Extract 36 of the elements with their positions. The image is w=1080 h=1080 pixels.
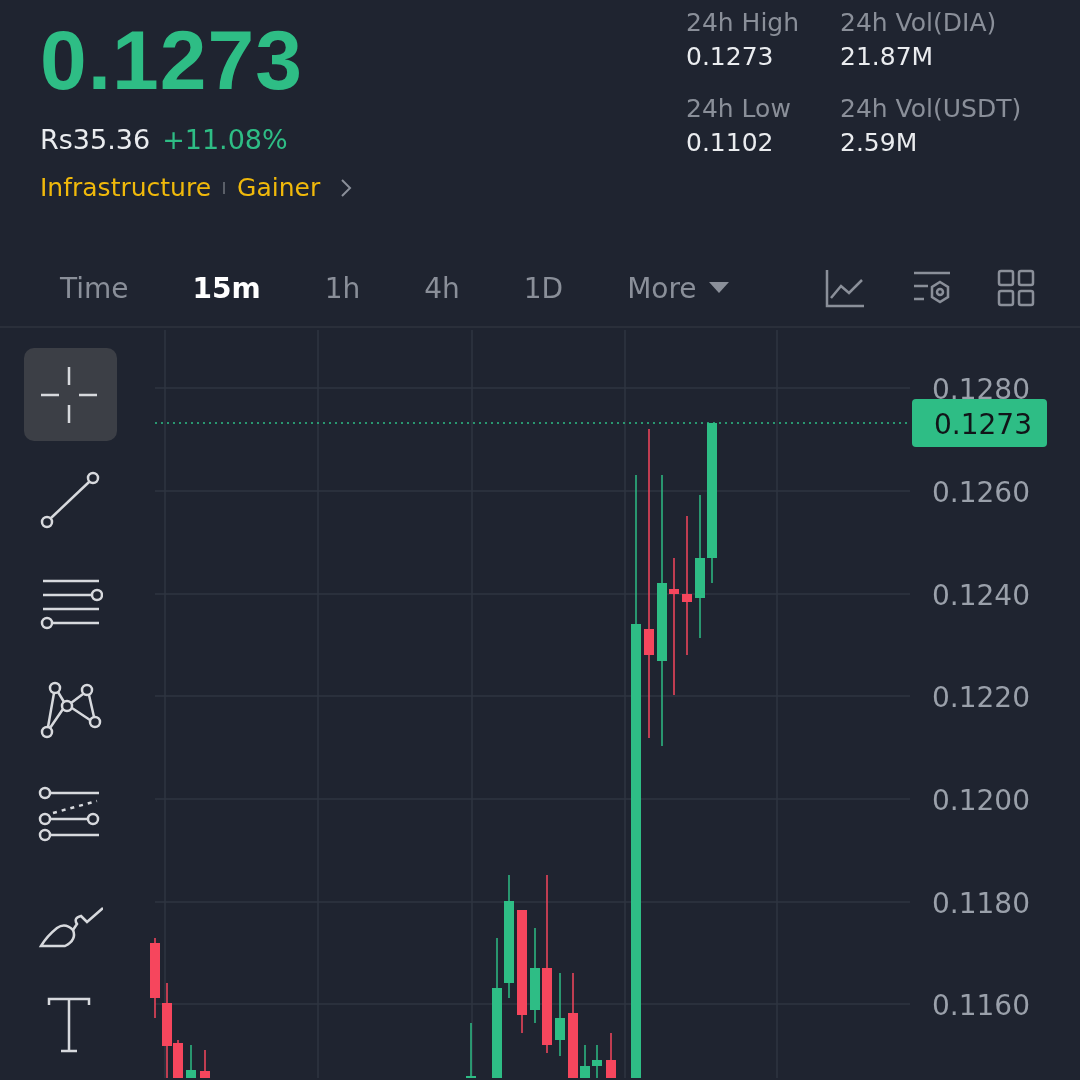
interval-tab[interactable]: 1D <box>501 265 586 311</box>
price-axis-label: 0.1200 <box>932 784 1030 817</box>
interval-tab[interactable]: 4h <box>402 265 482 311</box>
fiat-price: Rs35.36 <box>40 124 151 155</box>
stat-label: 24h Vol(USDT) <box>840 93 1023 125</box>
candlestick <box>580 1044 590 1078</box>
price-change: +11.08% <box>162 124 288 155</box>
caret-icon <box>708 282 729 294</box>
stat-value: 2.59M <box>840 127 919 159</box>
stat-label: 24h Low <box>686 93 792 125</box>
interval-tab[interactable]: Time <box>38 265 151 311</box>
last-price-label: 0.1273 <box>934 408 1032 441</box>
stat-label: 24h High <box>686 7 801 39</box>
price-axis-label: 0.1260 <box>932 476 1030 509</box>
price-axis-label: 0.1240 <box>932 579 1030 612</box>
price-axis-label: 0.1220 <box>932 681 1030 714</box>
interval-tab[interactable]: 15m <box>170 265 283 311</box>
stat-value: 21.87M <box>840 41 935 73</box>
price-axis-label: 0.1280 <box>932 373 1030 406</box>
candlestick <box>606 1032 616 1078</box>
candlestick <box>466 1022 476 1078</box>
interval-tab[interactable]: 1h <box>302 265 383 311</box>
category-tag[interactable]: Gainer <box>237 173 321 202</box>
candlestick <box>200 1049 210 1078</box>
category-tag[interactable]: Infrastructure <box>40 173 212 202</box>
last-price: 0.1273 <box>40 12 304 108</box>
price-axis-label: 0.1160 <box>932 989 1030 1022</box>
stat-value: 0.1102 <box>686 127 775 159</box>
stat-value: 0.1273 <box>686 41 775 73</box>
price-axis-label: 0.1180 <box>932 887 1030 920</box>
interval-tab[interactable]: More <box>605 265 751 311</box>
line-chart-icon[interactable] <box>824 268 866 308</box>
candlestick <box>186 1044 196 1078</box>
candlestick <box>592 1044 602 1078</box>
tool-button[interactable] <box>23 348 117 441</box>
stat-label: 24h Vol(DIA) <box>840 7 998 39</box>
